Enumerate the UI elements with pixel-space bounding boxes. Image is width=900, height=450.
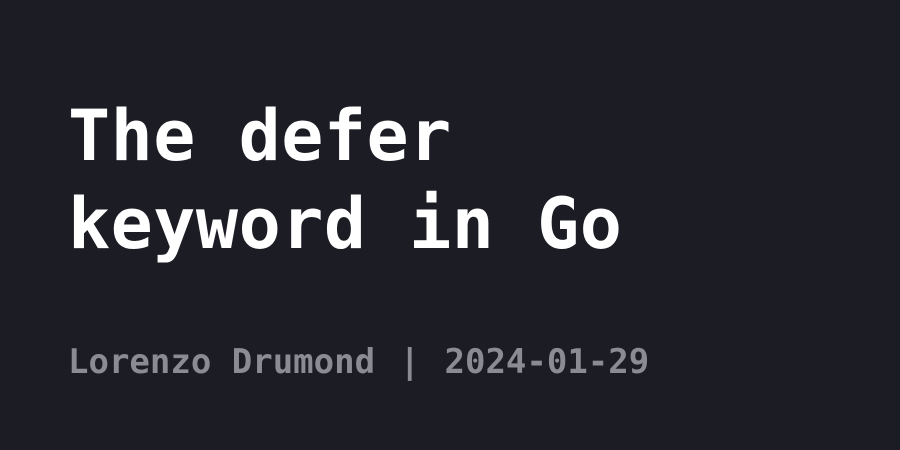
social-card: The defer keyword in Go Lorenzo Drumond …	[0, 0, 900, 450]
post-title-line-1: The defer	[68, 95, 452, 177]
post-title: The defer keyword in Go	[68, 92, 848, 268]
meta-separator: |	[399, 342, 421, 382]
post-title-line-2: keyword in Go	[68, 183, 623, 265]
post-meta: Lorenzo Drumond | 2024-01-29	[68, 340, 649, 384]
post-date: 2024-01-29	[444, 342, 650, 382]
author-name: Lorenzo Drumond	[68, 342, 376, 382]
